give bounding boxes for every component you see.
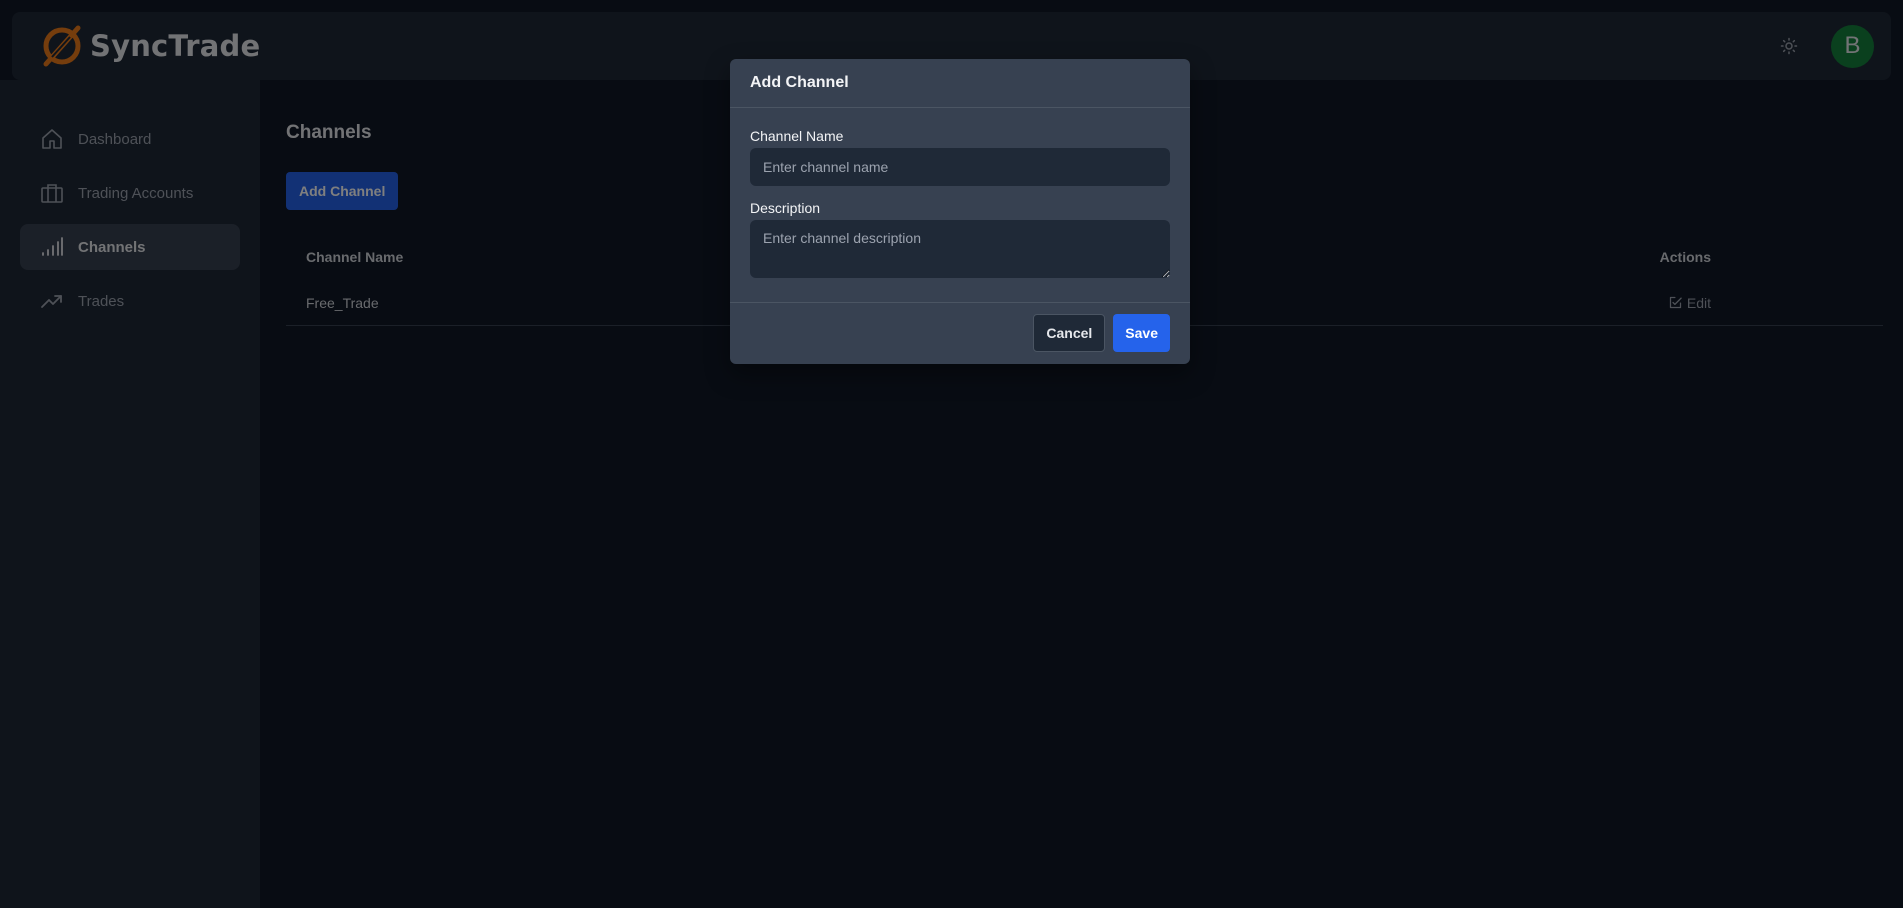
description-field-group: Description (750, 200, 1170, 283)
description-label: Description (750, 200, 821, 216)
app-root: SyncTrade B Dashboard (0, 0, 1903, 908)
dialog-body: Channel Name Description (730, 108, 1190, 303)
cancel-button[interactable]: Cancel (1033, 314, 1106, 352)
add-channel-dialog: Add Channel Channel Name Description Can… (730, 59, 1190, 364)
channel-name-label: Channel Name (750, 128, 844, 144)
dialog-footer: Cancel Save (730, 303, 1190, 363)
channel-name-field-group: Channel Name (750, 128, 1170, 186)
channel-name-input[interactable] (750, 148, 1170, 186)
dialog-title: Add Channel (730, 59, 1190, 108)
save-button[interactable]: Save (1113, 314, 1170, 352)
description-textarea[interactable] (750, 220, 1170, 278)
